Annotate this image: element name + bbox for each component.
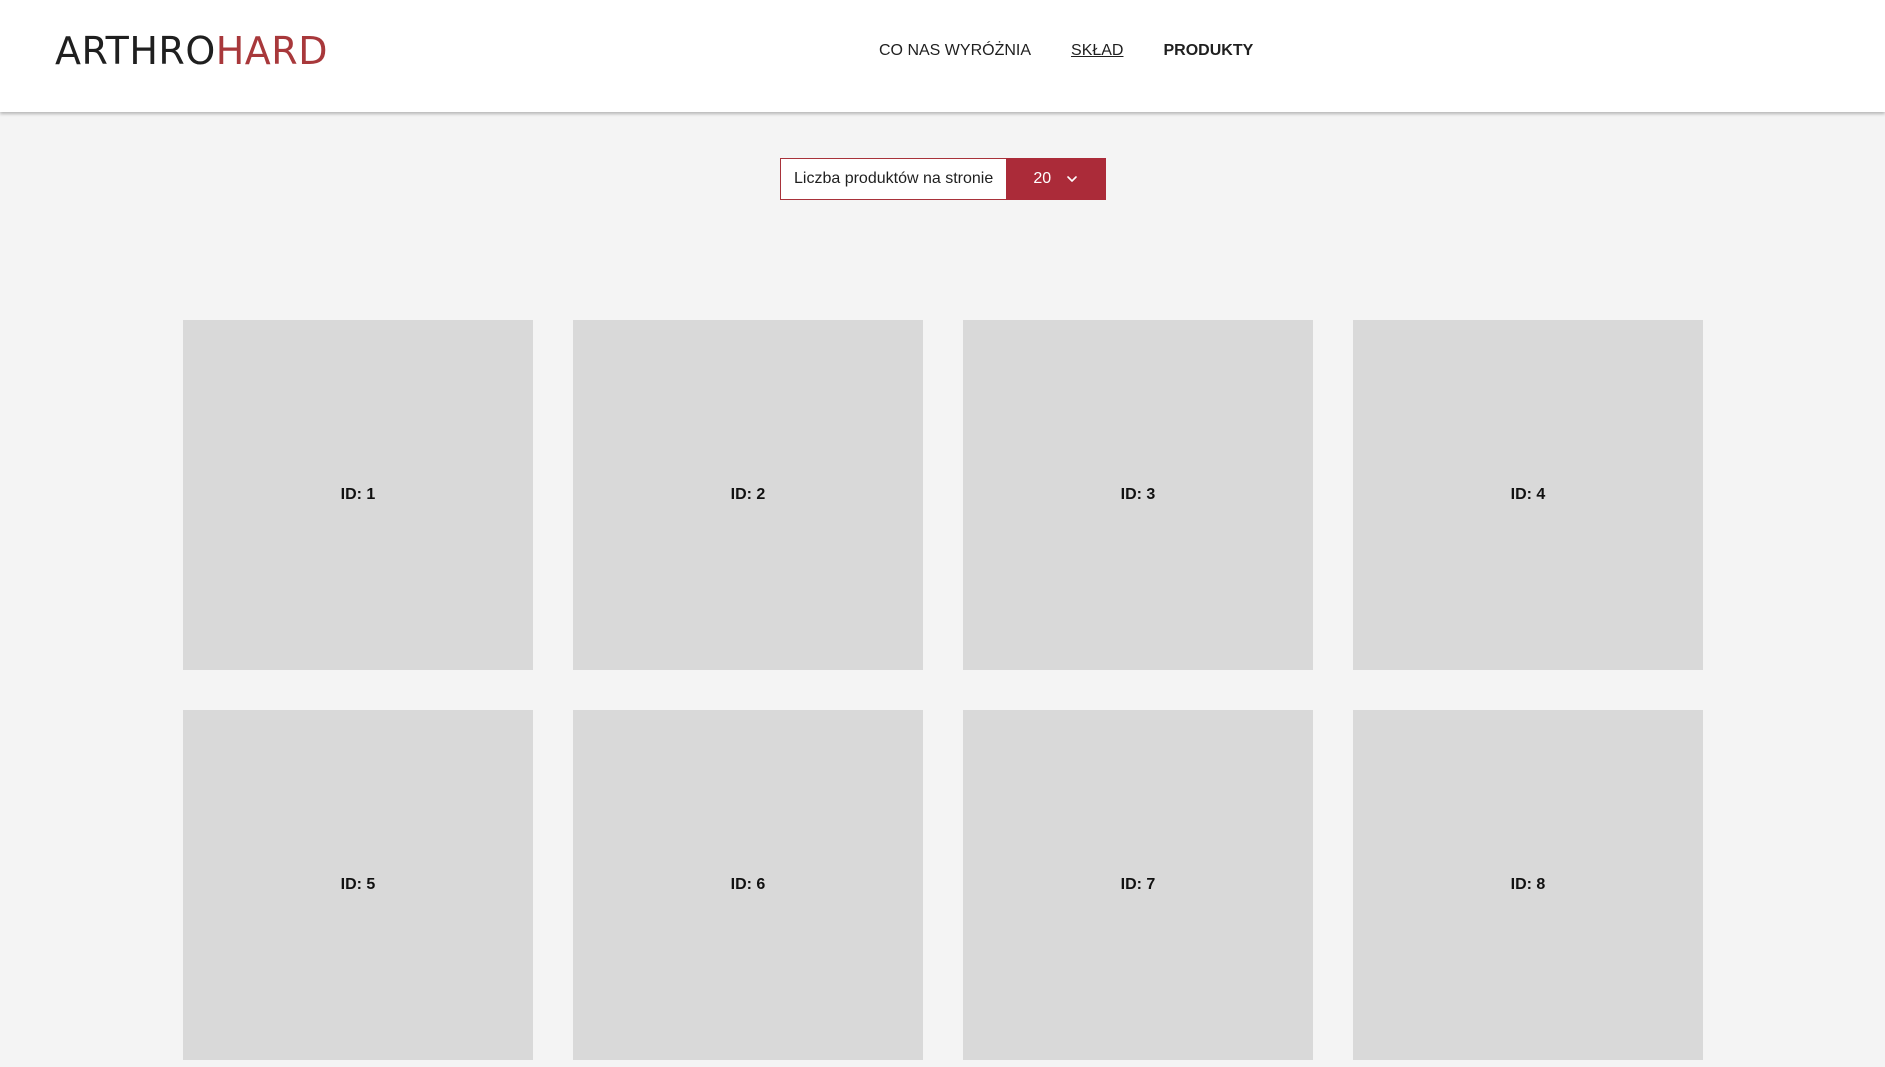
product-id-label: ID: 4 [1510, 486, 1546, 503]
product-id-label: ID: 7 [1120, 876, 1156, 893]
products-per-page-control: Liczba produktów na stronie 20 [780, 158, 1107, 200]
nav-item-sklad[interactable]: SKŁAD [1071, 40, 1123, 62]
product-id-label: ID: 2 [730, 486, 766, 503]
product-grid: ID: 1 ID: 2 ID: 3 ID: 4 ID: 5 ID: 6 ID: … [183, 320, 1703, 1060]
product-card[interactable]: ID: 5 [183, 710, 533, 1060]
product-card[interactable]: ID: 7 [963, 710, 1313, 1060]
nav-item-co-nas-wyroznia[interactable]: CO NAS WYRÓŻNIA [879, 40, 1031, 62]
product-card[interactable]: ID: 2 [573, 320, 923, 670]
product-id-label: ID: 3 [1120, 486, 1156, 503]
product-card[interactable]: ID: 6 [573, 710, 923, 1060]
nav-item-produkty[interactable]: PRODUKTY [1163, 40, 1253, 62]
product-card[interactable]: ID: 3 [963, 320, 1313, 670]
product-id-label: ID: 8 [1510, 876, 1546, 893]
logo-text-accent: HARD [215, 29, 328, 73]
logo-text-primary: ARTHRO [55, 29, 216, 73]
product-id-label: ID: 1 [340, 486, 376, 503]
products-per-page-value: 20 [1033, 170, 1052, 187]
product-card[interactable]: ID: 4 [1353, 320, 1703, 670]
brand-logo[interactable]: ARTHROHARD [55, 28, 328, 74]
product-card[interactable]: ID: 1 [183, 320, 533, 670]
site-header: ARTHROHARD CO NAS WYRÓŻNIA SKŁAD PRODUKT… [0, 0, 1885, 112]
main-nav: CO NAS WYRÓŻNIA SKŁAD PRODUKTY [879, 40, 1253, 62]
chevron-down-icon [1067, 176, 1077, 182]
product-id-label: ID: 6 [730, 876, 766, 893]
product-id-label: ID: 5 [340, 876, 376, 893]
product-card[interactable]: ID: 8 [1353, 710, 1703, 1060]
products-per-page-label: Liczba produktów na stronie [780, 158, 1007, 200]
products-per-page-select[interactable]: 20 [1006, 158, 1107, 200]
